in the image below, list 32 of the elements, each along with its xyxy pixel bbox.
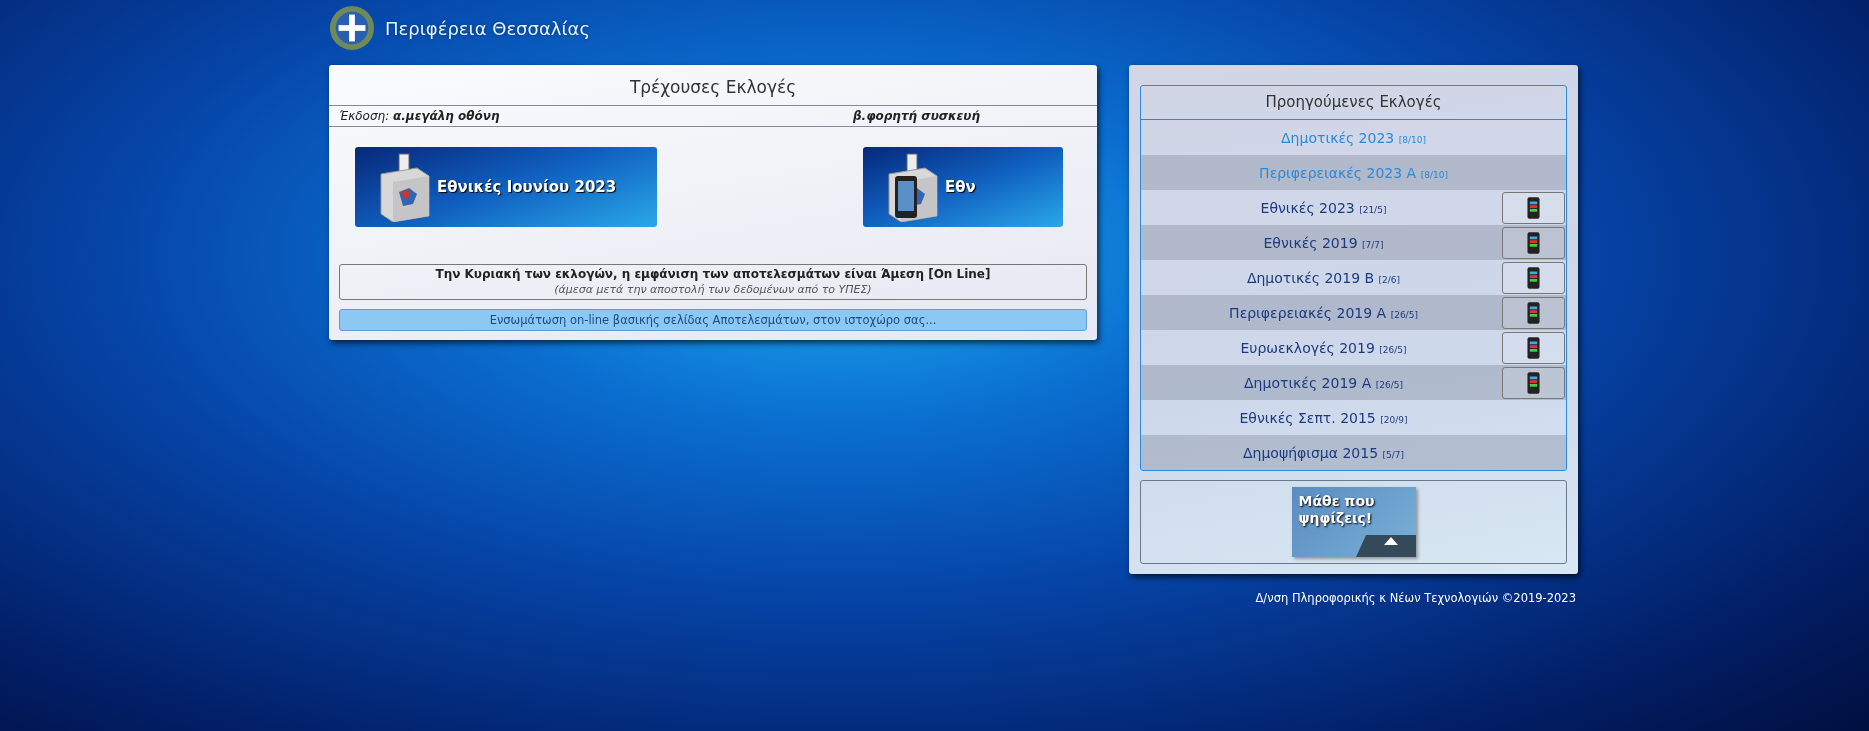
mobile-version-button[interactable] xyxy=(1502,262,1565,294)
embed-link[interactable]: Ενσωμάτωση on-line βασικής σελίδας Αποτελεσμάτων, στον ιστοχώρο σας... xyxy=(339,309,1087,331)
find-polling-station-banner[interactable]: Μάθε που ψηφίζεις! xyxy=(1291,487,1416,557)
election-banner[interactable]: Εθνικές Ιουνίου 2023 xyxy=(355,147,657,227)
mobile-version-button[interactable] xyxy=(1502,297,1565,329)
election-banner[interactable]: Εθν xyxy=(863,147,1063,227)
notice-subtitle: (άμεσα μετά την αποστολή των δεδομένων από το ΥΠΕΣ) xyxy=(553,283,873,296)
election-link[interactable]: Δημοτικές 2019 Α [26/5] xyxy=(1244,374,1403,391)
mobile-version-button[interactable] xyxy=(1502,227,1565,259)
panel-title: Τρέχουσες Εκλογές xyxy=(329,75,1097,106)
election-link[interactable]: Εθνικές 2019 [7/7] xyxy=(1263,234,1384,251)
list-header: Προηγούμενες Εκλογές xyxy=(1141,86,1566,120)
phone-icon xyxy=(1527,196,1540,220)
emblem-icon xyxy=(329,5,375,51)
election-link[interactable]: Δημοψήφισμα 2015 [5/7] xyxy=(1242,444,1405,461)
site-title[interactable]: Περιφέρεια Θεσσαλίας xyxy=(385,17,590,39)
phone-icon xyxy=(1527,336,1540,360)
footer-text: Δ/νση Πληροφορικής κ Νέων Τεχνολογιών ©2019-2023 xyxy=(1254,591,1577,605)
mobile-version-button[interactable] xyxy=(1502,367,1565,399)
notice-title: Την Κυριακή των εκλογών, η εμφάνιση των αποτελεσμάτων είναι Άμεση [On Line] xyxy=(434,267,992,281)
phone-icon xyxy=(1527,371,1540,395)
edition-label: β.φορητή συσκευή xyxy=(852,109,981,123)
mobile-version-button[interactable] xyxy=(1502,332,1565,364)
election-link[interactable]: Δημοτικές 2019 Β [2/6] xyxy=(1246,269,1401,286)
election-link[interactable]: Εθνικές 2023 [21/5] xyxy=(1260,199,1387,216)
mobile-version-button[interactable] xyxy=(1502,192,1565,224)
election-link[interactable]: Ευρωεκλογές 2019 [26/5] xyxy=(1240,339,1407,356)
edition-label: Έκδοση: α.μεγάλη οθόνη xyxy=(339,109,501,123)
phone-icon xyxy=(1527,301,1540,325)
phone-icon xyxy=(1527,231,1540,255)
phone-icon xyxy=(1527,266,1540,290)
election-link[interactable]: Εθνικές Σεπτ. 2015 [20/9] xyxy=(1239,409,1408,426)
